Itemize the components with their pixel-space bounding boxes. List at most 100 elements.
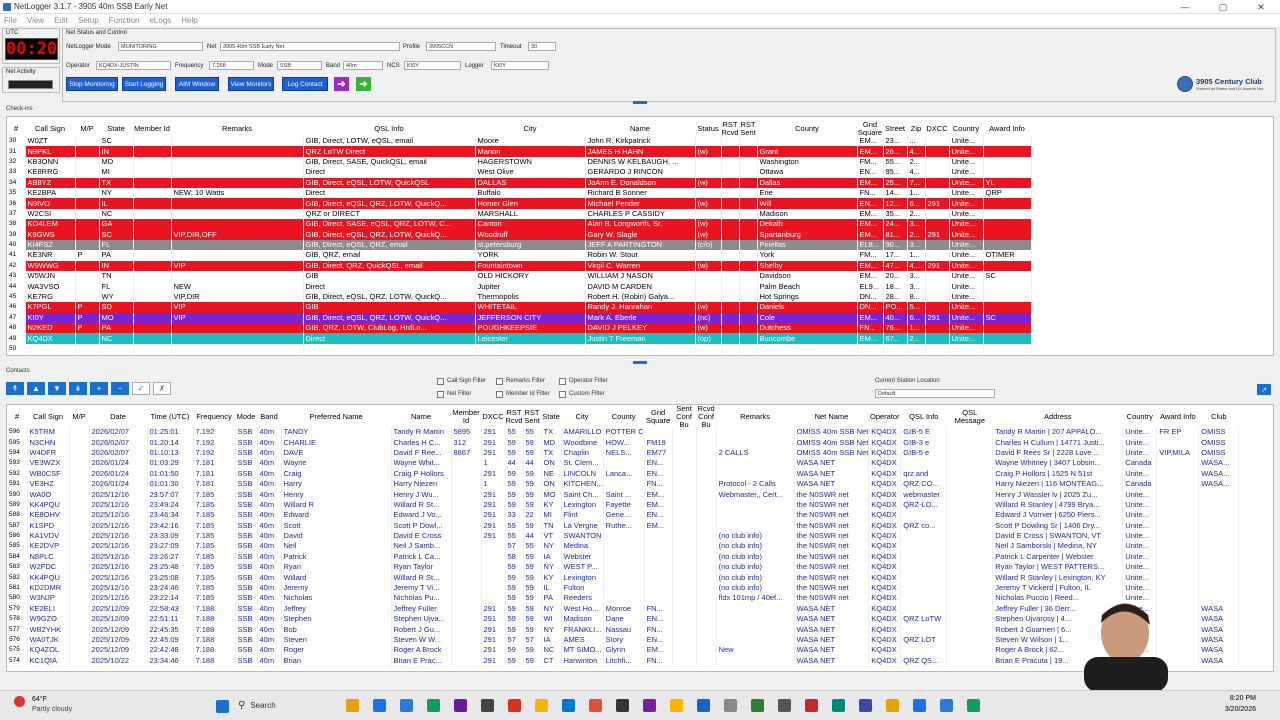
checkin-cell-award-info[interactable]: OTIMER — [983, 250, 1032, 261]
checkin-cell-remarks[interactable] — [171, 208, 304, 220]
contact-cell-member-id[interactable] — [451, 468, 482, 479]
contact-cell-dxcc[interactable]: 291 — [481, 614, 506, 625]
contact-cell-county[interactable]: HOW... — [603, 437, 645, 448]
contact-cell-rst-rcvd[interactable]: 59 — [505, 593, 524, 604]
checkin-row[interactable]: 39 K9GWS SC VIP,DIR,OFF GIB, Direct, eQSL, Q… — [7, 229, 1032, 240]
checkin-cell-status[interactable] — [695, 167, 722, 178]
contacts-col-operator[interactable]: Operator — [868, 405, 901, 429]
contact-cell-net-name[interactable]: the N0SWR net — [794, 572, 870, 583]
contact-cell-[interactable]: 585 — [7, 541, 28, 552]
contact-cell-club[interactable]: WASA... — [1198, 478, 1240, 490]
checkin-cell-qsl-info[interactable]: GIB, Direct, eQSL, QRZ, email — [303, 239, 476, 251]
contact-cell-remarks[interactable] — [716, 634, 795, 646]
app-icon[interactable] — [751, 699, 764, 712]
station-location-select[interactable]: Default — [875, 389, 995, 398]
checkin-cell-qsl-info[interactable]: QRZ or DIRECT — [303, 208, 476, 220]
contact-cell-name[interactable]: David E Cross — [391, 530, 452, 542]
contact-row[interactable]: 579 KE2ELI 2025/12/09 22:58:43 7.188 SSB 40m Je… — [7, 603, 1240, 615]
checkin-cell-remarks[interactable] — [171, 156, 304, 168]
checkin-cell-dxcc[interactable] — [925, 271, 950, 282]
contact-cell-remarks[interactable] — [716, 437, 795, 448]
checkin-cell-county[interactable]: Madison — [757, 208, 858, 220]
contact-cell-member-id[interactable] — [451, 530, 482, 542]
contact-row[interactable]: 577 WB2YHK 2025/12/09 22:45:35 7.188 SSB 40m Bo… — [7, 624, 1240, 635]
contact-cell-date[interactable]: 2025/12/16 — [89, 572, 148, 583]
contact-cell-rcvd-conf-bu[interactable] — [696, 562, 717, 573]
contact-cell-state[interactable]: IL — [541, 582, 562, 594]
contact-cell-dxcc[interactable]: 291 — [481, 645, 506, 656]
checkin-row[interactable]: 41 KE3NR P PA GIB, QRZ, email YORK Robin W. St… — [7, 250, 1032, 261]
contact-cell-member-id[interactable] — [451, 645, 482, 656]
checkin-cell-country[interactable]: Unite... — [949, 146, 984, 157]
contact-cell-date[interactable]: 2025/12/09 — [89, 624, 148, 635]
checkin-cell-grid-square[interactable]: FM... — [857, 156, 884, 168]
contact-cell-preferred-name[interactable]: Jeremy — [281, 582, 392, 594]
checkin-cell-street[interactable]: 76... — [883, 323, 908, 334]
cancel-icon[interactable]: ✗ — [153, 382, 171, 395]
checkin-cell-member-id[interactable] — [133, 281, 172, 292]
contact-cell-member-id[interactable] — [451, 634, 482, 646]
contact-cell-city[interactable]: AMARILLO — [561, 427, 604, 438]
checkin-cell-name[interactable]: WILLIAM J NASON — [585, 271, 696, 282]
checkin-cell-[interactable]: 40 — [7, 239, 26, 251]
contact-cell-qsl-message[interactable] — [946, 510, 994, 521]
contact-cell-frequency[interactable]: 7.188 — [193, 624, 236, 635]
contact-cell-state[interactable]: IA — [541, 634, 562, 646]
contact-cell-[interactable]: 596 — [7, 427, 28, 438]
logger-select[interactable]: KI0Y — [491, 61, 549, 70]
minimize-icon[interactable]: — — [1166, 0, 1204, 14]
checkin-cell-dxcc[interactable] — [925, 250, 950, 261]
contact-cell-city[interactable]: Webster — [561, 551, 604, 563]
contact-cell-band[interactable]: 40m — [257, 458, 282, 469]
checkin-cell-call-sign[interactable]: KI0Y — [25, 312, 76, 324]
checkin-cell-country[interactable]: Unite... — [949, 302, 984, 313]
check-icon[interactable]: ✓ — [132, 382, 150, 395]
contact-cell-frequency[interactable]: 7.192 — [193, 427, 236, 438]
contact-cell-remarks[interactable] — [716, 603, 795, 615]
checkin-cell-country[interactable]: Unite... — [949, 281, 984, 292]
checkin-cell-country[interactable]: Unite... — [949, 229, 984, 240]
contact-cell-state[interactable]: NY — [541, 603, 562, 615]
checkin-cell-call-sign[interactable]: KE8RRG — [25, 167, 76, 178]
contact-cell-address[interactable]: Ryan Taylor | WEST PATTERS... — [992, 562, 1124, 573]
checkin-cell-rst-rcvd[interactable] — [721, 167, 740, 178]
contact-cell-dxcc[interactable]: 291 — [481, 655, 506, 666]
contact-cell-qsl-info[interactable] — [900, 510, 948, 521]
contact-cell-remarks[interactable] — [716, 458, 795, 469]
checkin-cell-dxcc[interactable] — [925, 136, 950, 147]
contact-cell-rst-sent[interactable]: 59 — [523, 572, 542, 583]
checkin-cell-status[interactable]: (w) — [695, 323, 722, 334]
contact-row[interactable]: 586 KA1VDV 2025/12/16 23:33:09 7.185 SSB 40m Da… — [7, 530, 1240, 542]
checkin-cell-qsl-info[interactable]: GIB, Direct, eQSL, QRZ, LOTW, QuickQ... — [303, 198, 476, 209]
menu-function[interactable]: Function — [109, 16, 140, 25]
contacts-col-net-name[interactable]: Net Name — [794, 405, 869, 429]
contact-cell-preferred-name[interactable]: Bob — [281, 624, 392, 635]
contact-cell-qsl-info[interactable] — [900, 551, 948, 563]
contact-cell-state[interactable]: TN — [541, 520, 562, 531]
contact-cell-operator[interactable]: KQ4DX — [868, 655, 902, 666]
contact-cell-date[interactable]: 2025/12/16 — [89, 510, 148, 521]
checkin-cell-street[interactable]: 40... — [883, 312, 908, 324]
checkin-cell-call-sign[interactable]: N2KED — [25, 323, 76, 334]
contact-cell-address[interactable]: Edward J Vornier | 6250 Piers... — [992, 510, 1124, 521]
app-icon[interactable] — [616, 699, 629, 712]
contact-cell-address[interactable]: Henry J Wassler lv | 2025 Zu... — [992, 489, 1124, 500]
menu-edit[interactable]: Edit — [54, 16, 68, 25]
contact-cell-qsl-info[interactable] — [900, 645, 948, 656]
contact-cell-call-sign[interactable]: KK4PQU — [27, 572, 70, 583]
checkin-row[interactable]: 48 N2KED P PA GIB, QRZ, LOTW, ClubLog, HrdLo… — [7, 323, 1032, 334]
contact-cell-rst-rcvd[interactable]: 59 — [505, 478, 524, 490]
checkin-cell-country[interactable]: Unite... — [949, 333, 984, 344]
checkin-cell-qsl-info[interactable]: GIB, Direct, eQSL, QRZ, LOTW, QuickQ... — [303, 312, 476, 324]
contact-cell-date[interactable]: 2025/12/09 — [89, 603, 148, 615]
checkin-cell-qsl-info[interactable]: GIB, Direct, eQSL, QRZ, LOTW, QuickQ... — [303, 291, 476, 303]
menu-view[interactable]: View — [27, 16, 44, 25]
checkin-cell-grid-square[interactable]: FM... — [857, 250, 884, 261]
contact-cell-m-p[interactable] — [69, 593, 90, 604]
contact-cell-city[interactable]: MT SIMO... — [561, 645, 604, 656]
contact-cell-frequency[interactable]: 7.185 — [193, 520, 236, 531]
contact-cell-name[interactable]: Neil J Samb... — [391, 541, 452, 552]
checkin-cell-rst-rcvd[interactable] — [721, 271, 740, 282]
checkin-cell-zip[interactable]: 4... — [907, 167, 926, 178]
contact-cell-time-utc[interactable]: 22:45:35 — [147, 624, 194, 635]
